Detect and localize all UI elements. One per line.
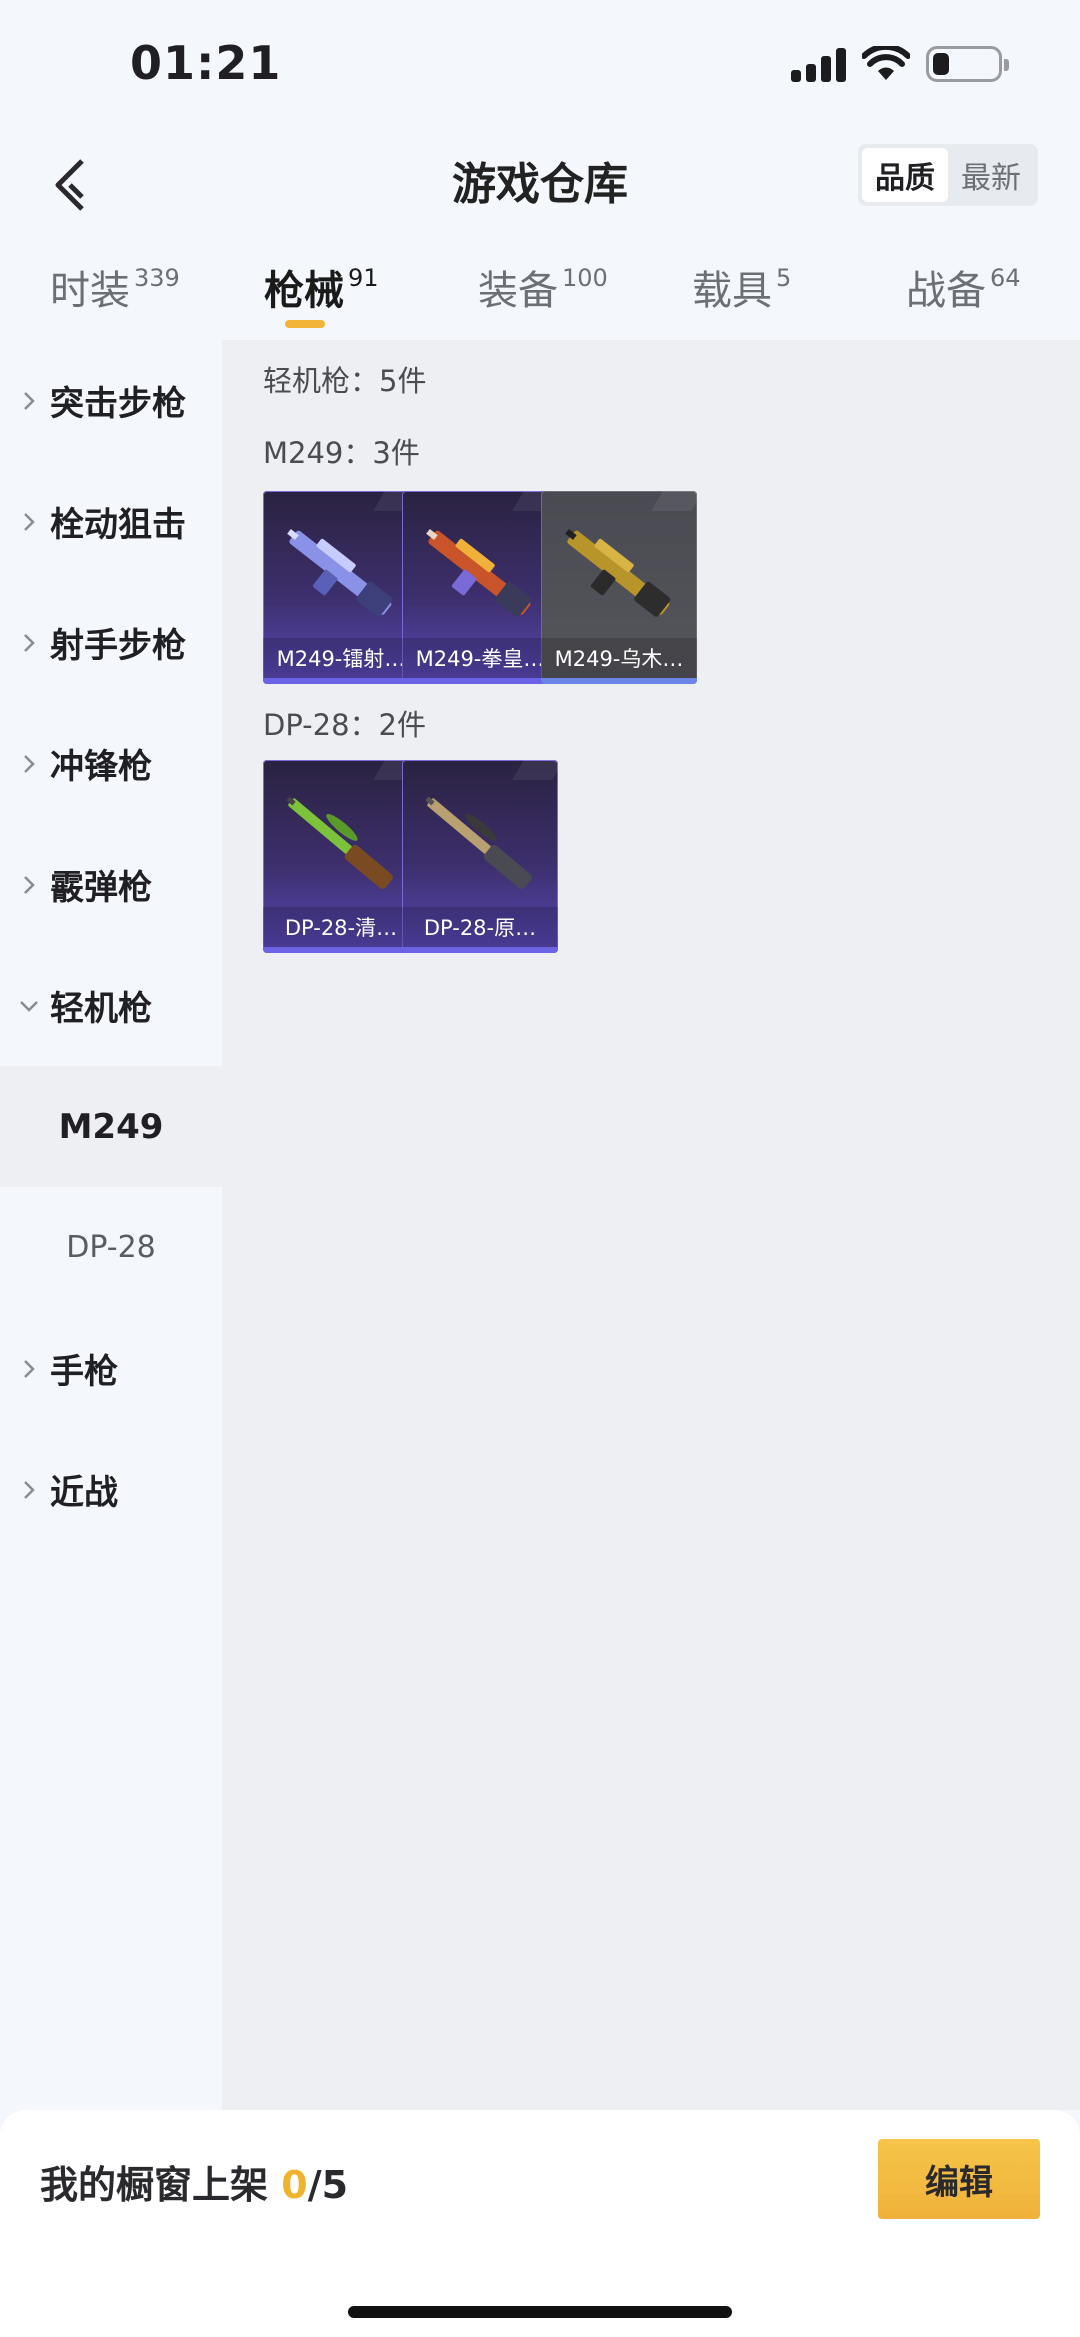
chevron-down-icon [0, 999, 50, 1013]
category-summary: 轻机枪：5件 [263, 364, 427, 398]
item-name: M249-镭射… [263, 638, 419, 678]
sort-quality-button[interactable]: 品质 [862, 148, 948, 202]
active-tab-indicator [285, 320, 325, 328]
card-decoration [651, 491, 697, 511]
wifi-icon [862, 46, 910, 80]
rarity-bar [402, 678, 558, 684]
sidebar-item-label: 霰弹枪 [50, 868, 152, 908]
sidebar-item-assault-rifle[interactable]: 突击步枪 [0, 340, 222, 461]
item-card[interactable]: M249-拳皇… [402, 491, 558, 684]
sidebar-item-label: 冲锋枪 [50, 747, 152, 787]
main-content: 轻机枪：5件 M249：3件 M249-镭射… M249-拳皇… M249-乌木… [222, 340, 1080, 2110]
tab-label: 装备 [478, 268, 558, 314]
gun-image [565, 529, 671, 617]
item-name: DP-28-清… [263, 907, 419, 947]
chevron-right-icon [0, 511, 50, 533]
rarity-bar [263, 678, 419, 684]
sidebar-subitem-m249[interactable]: M249 [0, 1066, 222, 1187]
tab-vehicles[interactable]: 载具 5 [692, 258, 791, 316]
status-time: 01:21 [130, 36, 282, 90]
item-card[interactable]: DP-28-清… [263, 760, 419, 953]
sidebar-item-bolt-sniper[interactable]: 栓动狙击 [0, 461, 222, 582]
tab-count: 100 [562, 264, 608, 292]
chevron-right-icon [0, 632, 50, 654]
sidebar-item-label: 轻机枪 [50, 989, 152, 1029]
gun-image [286, 796, 393, 889]
chevron-right-icon [0, 1479, 50, 1501]
category-tabs: 时装 339 枪械 91 装备 100 载具 5 战备 64 [0, 240, 1080, 340]
sidebar-item-pistol[interactable]: 手枪 [0, 1308, 222, 1429]
rarity-bar [402, 947, 558, 953]
tab-count: 64 [990, 264, 1021, 292]
sidebar-item-smg[interactable]: 冲锋枪 [0, 703, 222, 824]
group-title-dp28: DP-28：2件 [263, 708, 426, 742]
gun-image [426, 529, 532, 617]
sidebar-item-label: 栓动狙击 [50, 505, 186, 545]
showcase-current-count: 0 [281, 2163, 308, 2207]
sort-toggle: 品质 最新 [858, 144, 1038, 206]
cellular-signal-icon [791, 46, 846, 82]
card-decoration [512, 760, 558, 780]
tab-equipment[interactable]: 装备 100 [478, 258, 608, 316]
battery-icon [926, 46, 1009, 82]
bottom-bar: 我的橱窗上架 0/5 编辑 [0, 2110, 1080, 2337]
sidebar-item-label: 手枪 [50, 1352, 118, 1392]
item-name: DP-28-原… [402, 907, 558, 947]
sidebar-item-marksman-rifle[interactable]: 射手步枪 [0, 582, 222, 703]
gun-image [287, 529, 393, 617]
chevron-right-icon [0, 753, 50, 775]
rarity-bar [541, 678, 697, 684]
gun-image [425, 796, 532, 889]
item-name: M249-乌木… [541, 638, 697, 678]
tab-count: 91 [348, 264, 379, 292]
status-icons [791, 42, 1009, 86]
item-card[interactable]: DP-28-原… [402, 760, 558, 953]
sidebar-item-lmg[interactable]: 轻机枪 [0, 945, 222, 1066]
battery-level [933, 53, 949, 75]
sort-newest-button[interactable]: 最新 [948, 148, 1034, 202]
sidebar-item-label: 突击步枪 [50, 384, 186, 424]
tab-label: 枪械 [264, 268, 344, 314]
showcase-label: 我的橱窗上架 [40, 2163, 269, 2207]
tab-label: 战备 [906, 268, 986, 314]
tab-count: 339 [134, 264, 180, 292]
rarity-bar [263, 947, 419, 953]
sidebar-item-shotgun[interactable]: 霰弹枪 [0, 824, 222, 945]
tab-label: 时装 [50, 268, 130, 314]
sidebar-subitem-dp28[interactable]: DP-28 [0, 1187, 222, 1308]
item-card[interactable]: M249-乌木… [541, 491, 697, 684]
chevron-right-icon [0, 874, 50, 896]
chevron-right-icon [0, 390, 50, 412]
sidebar-item-melee[interactable]: 近战 [0, 1429, 222, 1550]
tab-supplies[interactable]: 战备 64 [906, 258, 1021, 316]
item-card[interactable]: M249-镭射… [263, 491, 419, 684]
home-indicator [348, 2306, 732, 2318]
tab-weapons[interactable]: 枪械 91 [264, 258, 379, 316]
sidebar: 突击步枪 栓动狙击 射手步枪 冲锋枪 霰弹枪 轻机枪 M249 DP-28 手枪… [0, 340, 222, 2110]
header: 游戏仓库 品质 最新 [0, 130, 1080, 240]
showcase-status: 我的橱窗上架 0/5 [40, 2154, 348, 2209]
showcase-max-count: /5 [307, 2163, 349, 2207]
edit-button[interactable]: 编辑 [878, 2139, 1040, 2219]
status-bar: 01:21 [0, 0, 1080, 130]
chevron-right-icon [0, 1358, 50, 1380]
group-title-m249: M249：3件 [263, 436, 420, 470]
tab-count: 5 [776, 264, 792, 292]
tab-label: 载具 [692, 268, 772, 314]
tab-fashion[interactable]: 时装 339 [50, 258, 180, 316]
sidebar-item-label: 近战 [50, 1473, 118, 1513]
item-name: M249-拳皇… [402, 638, 558, 678]
sidebar-item-label: 射手步枪 [50, 626, 186, 666]
